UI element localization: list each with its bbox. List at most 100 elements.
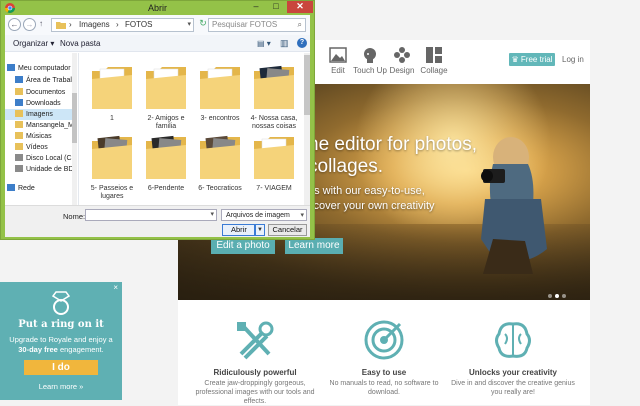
dialog-footer: Nome: ▾ Arquivos de imagem ▾ Abrir ▼ Can… xyxy=(5,205,310,237)
organize-menu[interactable]: Organizar ▾ xyxy=(13,39,54,48)
nav-item[interactable]: Downloads xyxy=(5,98,77,109)
back-button[interactable]: ← xyxy=(8,18,21,31)
nav-item[interactable]: Imagens xyxy=(5,109,77,120)
feature-creativity: Unlocks your creativity Dive in and disc… xyxy=(448,318,578,397)
chevron-down-icon[interactable]: ▾ xyxy=(210,210,214,218)
folder-icon xyxy=(56,22,66,29)
folder-icon xyxy=(146,135,186,179)
forward-button[interactable]: → xyxy=(23,18,36,31)
dialog-body: ← → ↑ › Imagens › FOTOS ▾ ↻ Pesquisar FO… xyxy=(5,15,310,237)
design-flower-icon xyxy=(394,47,410,63)
features-section: Ridiculously powerful Create jaw-droppin… xyxy=(178,300,590,405)
tool-collage[interactable]: Collage xyxy=(417,46,451,75)
edit-photo-button[interactable]: Edit a photo xyxy=(211,238,275,254)
videos-icon xyxy=(15,143,23,150)
cancel-button[interactable]: Cancelar xyxy=(268,224,307,236)
bd-drive-icon xyxy=(15,165,23,172)
carousel-dot-active[interactable] xyxy=(555,294,559,298)
nav-item[interactable]: Documentos xyxy=(5,87,77,98)
search-input[interactable]: Pesquisar FOTOS ⌕ xyxy=(208,18,306,32)
nav-item[interactable]: Vídeos xyxy=(5,142,77,153)
folder-icon xyxy=(92,135,132,179)
filetype-value: Arquivos de imagem xyxy=(226,212,290,219)
free-trial-button[interactable]: ♛ Free trial xyxy=(509,53,555,66)
hero-headline-line: collages. xyxy=(308,156,383,177)
tool-touch-up[interactable]: Touch Up xyxy=(353,46,387,75)
open-options-button[interactable]: ▼ xyxy=(255,224,265,236)
breadcrumb-separator: › xyxy=(116,20,119,29)
user-folder-icon xyxy=(15,121,23,128)
folder-icon xyxy=(146,67,186,109)
folder-item[interactable]: 2- Amigos e familia xyxy=(140,65,192,137)
folder-item[interactable]: 1 xyxy=(86,65,138,137)
tool-label: Touch Up xyxy=(353,66,387,75)
carousel-dots xyxy=(548,289,569,300)
carousel-dot[interactable] xyxy=(562,294,566,298)
learn-more-button[interactable]: Learn more xyxy=(285,238,343,254)
scrollbar-thumb[interactable] xyxy=(72,93,77,143)
nav-item[interactable]: Rede xyxy=(5,183,77,194)
file-list: 1 2- Amigos e familia 3- encontros 4- Nossa … xyxy=(80,53,310,205)
arrow-right-icon: → xyxy=(25,20,34,29)
folder-item[interactable]: 5- Passeios e lugares xyxy=(86,135,138,205)
promo-i-do-button[interactable]: I do xyxy=(24,360,98,375)
login-link[interactable]: Log in xyxy=(562,55,584,64)
chevron-down-icon[interactable]: ▾ xyxy=(187,20,191,28)
chevron-down-icon: ▼ xyxy=(257,227,263,233)
nav-item[interactable]: Músicas xyxy=(5,131,77,142)
promo-learn-more-link[interactable]: Learn more » xyxy=(0,382,122,391)
feature-title: Easy to use xyxy=(361,368,407,377)
file-list-scrollbar[interactable] xyxy=(304,53,310,205)
hero-subtitle: es with our easy-to-use, scover your own… xyxy=(308,184,435,214)
new-folder-button[interactable]: Nova pasta xyxy=(60,39,100,48)
navigation-pane-scrollbar[interactable] xyxy=(72,53,77,205)
change-view-button[interactable]: ▤ ▾ xyxy=(257,39,271,48)
tool-design[interactable]: Design xyxy=(385,46,419,75)
nav-item[interactable]: Meu computador xyxy=(5,63,77,74)
documents-icon xyxy=(15,88,23,95)
nav-item[interactable]: Mansangela_Me xyxy=(5,120,77,131)
help-button[interactable]: ? xyxy=(297,38,307,48)
folder-name: 6-Pendente xyxy=(147,185,185,192)
filename-label: Nome: xyxy=(63,212,86,221)
nav-item-label: Downloads xyxy=(26,100,61,107)
breadcrumb-fotos[interactable]: FOTOS xyxy=(125,20,152,29)
folder-item[interactable]: 7- VIAGEM xyxy=(248,135,300,205)
folder-item[interactable]: 6-Pendente xyxy=(140,135,192,205)
filename-input[interactable]: ▾ xyxy=(85,209,217,221)
up-button[interactable]: ↑ xyxy=(39,19,43,28)
nav-item[interactable]: Área de Trabalh xyxy=(5,75,77,86)
folder-name: 2- Amigos e familia xyxy=(147,115,185,130)
carousel-dot[interactable] xyxy=(548,294,552,298)
chevron-down-icon: ▾ xyxy=(300,212,304,219)
folder-item[interactable]: 4- Nossa casa, nossas coisas xyxy=(248,65,300,137)
touch-up-face-icon xyxy=(364,48,376,63)
hero-headline: he editor for photos, collages. xyxy=(308,134,477,178)
command-bar: Organizar ▾ Nova pasta ▤ ▾ ▥ ? xyxy=(5,35,310,52)
breadcrumb-imagens[interactable]: Imagens xyxy=(79,20,110,29)
filetype-select[interactable]: Arquivos de imagem ▾ xyxy=(221,209,307,221)
feature-title: Unlocks your creativity xyxy=(468,368,558,377)
minimize-button[interactable]: – xyxy=(247,1,265,13)
breadcrumb-separator: › xyxy=(69,20,72,29)
promo-close-button[interactable]: × xyxy=(113,283,118,292)
close-button[interactable]: ✕ xyxy=(287,1,313,13)
hero-subtitle-line: es with our easy-to-use, xyxy=(308,185,425,197)
folder-item[interactable]: 6- Teocraticos xyxy=(194,135,246,205)
maximize-button[interactable]: □ xyxy=(267,1,285,13)
folder-name: 4- Nossa casa, nossas coisas xyxy=(250,115,298,130)
preview-pane-button[interactable]: ▥ xyxy=(280,38,289,49)
nav-item-label: Disco Local (C:) xyxy=(26,155,76,162)
scrollbar-thumb[interactable] xyxy=(304,55,310,115)
address-bar[interactable]: › Imagens › FOTOS ▾ xyxy=(51,18,194,32)
open-file-dialog: Abrir – □ ✕ ← → ↑ › Imagens › FOTOS ▾ ↻ … xyxy=(0,0,315,240)
tool-label: Collage xyxy=(420,66,448,75)
dialog-titlebar[interactable]: Abrir – □ ✕ xyxy=(1,1,314,15)
feature-title: Ridiculously powerful xyxy=(213,368,297,377)
close-icon: ✕ xyxy=(296,1,304,11)
nav-item[interactable]: Unidade de BD- xyxy=(5,164,77,175)
open-button[interactable]: Abrir xyxy=(222,224,255,236)
nav-item[interactable]: Disco Local (C:) xyxy=(5,153,77,164)
folder-item[interactable]: 3- encontros xyxy=(194,65,246,137)
tool-edit[interactable]: Edit xyxy=(321,46,355,75)
